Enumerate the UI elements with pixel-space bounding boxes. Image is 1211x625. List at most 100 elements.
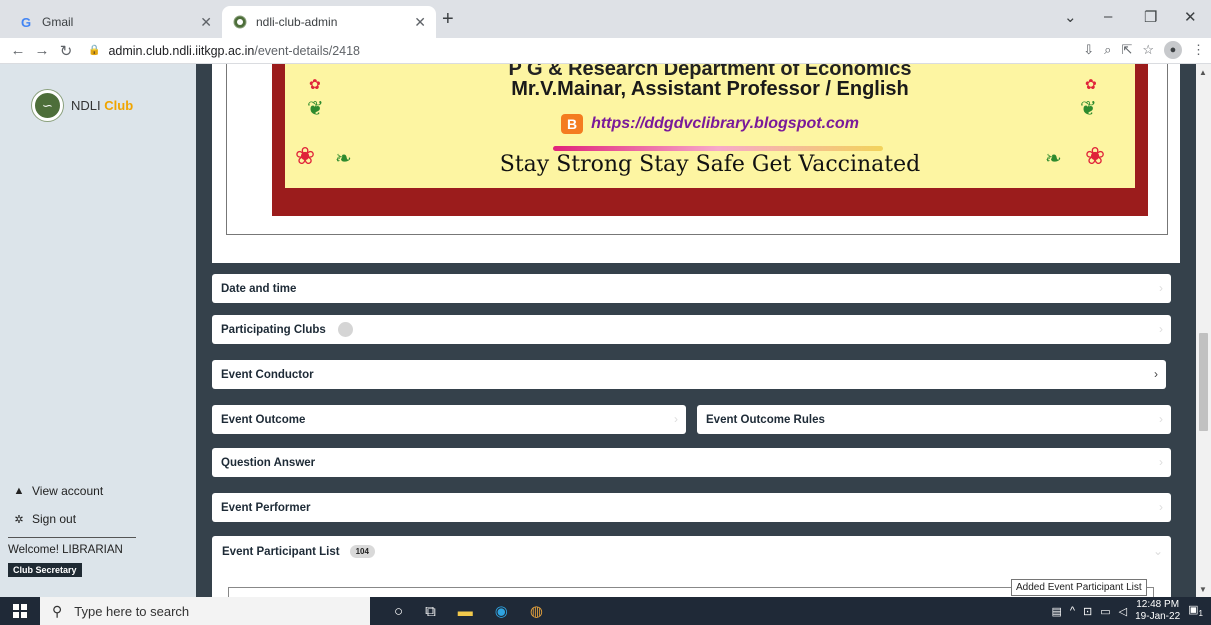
flower-decoration-icon: ❀ [1085,143,1106,170]
chevron-down-icon[interactable]: ⌄ [1153,544,1163,558]
system-clock[interactable]: 12:48 PM 19-Jan-22 [1135,599,1180,623]
brand-logo[interactable]: ∽ NDLI Club [32,90,133,121]
taskbar-apps: ○ ⧉ ▬ ◉ ◍ [394,602,543,621]
battery-icon[interactable]: ▭ [1100,605,1110,618]
task-view-icon[interactable]: ⧉ [425,603,436,620]
gear-icon: ✲ [14,513,24,526]
cortana-icon[interactable]: ○ [394,603,403,620]
minimize-button[interactable]: – [1104,8,1112,25]
section-event-outcome[interactable]: Event Outcome › [212,405,686,434]
bookmark-star-icon[interactable]: ☆ [1142,42,1154,58]
windows-start-button[interactable] [0,597,40,625]
tab-title: ndli-club-admin [256,15,338,29]
restore-button[interactable]: ❐ [1144,8,1157,26]
search-placeholder: Type here to search [74,603,190,619]
notification-count: 1 [1198,609,1203,619]
chevron-right-icon: › [1159,322,1163,336]
network-icon[interactable]: ⊡ [1083,605,1092,618]
section-event-performer[interactable]: Event Performer › [212,493,1171,522]
user-icon: ▲ [13,485,25,497]
poster-blog-link: Bhttps://ddgdvclibrary.blogspot.com [285,114,1135,134]
brand-name: NDLI Club [71,98,133,113]
system-tray: ▤ ^ ⊡ ▭ ◁ 12:48 PM 19-Jan-22 ▣1 [1051,597,1211,625]
section-title: Question Answer [221,456,316,469]
poster-frame: P G & Research Department of Economics M… [226,64,1168,235]
browser-tab-bar: G Gmail ✕ ndli-club-admin ✕ + ⌄ – ❐ ✕ [0,0,1211,38]
leaf-decoration-icon: ❧ [335,148,352,170]
notification-icon[interactable]: ▣1 [1188,603,1203,618]
url-field[interactable]: 🔒 admin.club.ndli.iitkgp.ac.in/event-det… [88,44,360,58]
section-title: Date and time [221,282,297,295]
flower-decoration-icon: ✿ [309,76,321,92]
flower-decoration-icon: ❀ [295,143,316,170]
close-icon[interactable]: ✕ [414,14,426,31]
chevron-right-icon: › [674,412,678,426]
section-title: Event Conductor [221,368,314,381]
scrollbar-thumb[interactable] [1199,333,1208,431]
speaker-icon[interactable]: ◁ [1119,605,1127,618]
count-badge [337,322,353,337]
leaf-decoration-icon: ❦ [307,98,324,120]
back-button[interactable]: ← [6,42,30,59]
menu-dots-icon[interactable]: ⋮ [1192,42,1205,58]
poster-slogan: Stay Strong Stay Safe Get Vaccinated [499,152,921,177]
brand-ndli: NDLI [71,98,101,113]
section-title: Participating Clubs [221,323,326,336]
sidebar: ∽ NDLI Club ▲ View account ✲ Sign out We… [0,64,196,597]
tab-gmail[interactable]: G Gmail ✕ [8,6,222,38]
keyboard-icon[interactable]: ▤ [1051,605,1061,618]
profile-icon[interactable]: ● [1164,41,1182,59]
lock-icon: 🔒 [88,45,101,56]
forward-button[interactable]: → [30,42,54,59]
leaf-decoration-icon: ❦ [1080,98,1097,120]
close-window-button[interactable]: ✕ [1184,8,1197,26]
brand-club: Club [104,98,134,113]
section-date-time[interactable]: Date and time › [212,274,1171,303]
poster-inner: P G & Research Department of Economics M… [285,64,1135,188]
section-event-outcome-rules[interactable]: Event Outcome Rules › [697,405,1171,434]
zoom-icon[interactable]: ⌕ [1104,42,1111,58]
leaf-decoration-icon: ❧ [1045,148,1062,170]
chevron-down-icon[interactable]: ⌄ [1064,8,1077,26]
view-account-label: View account [32,484,104,498]
section-question-answer[interactable]: Question Answer › [212,448,1171,477]
sign-out-link[interactable]: ✲ Sign out [12,512,76,526]
tab-ndli-club-admin[interactable]: ndli-club-admin ✕ [222,6,436,38]
flower-decoration-icon: ✿ [1085,76,1097,92]
edge-browser-icon[interactable]: ◉ [495,602,508,620]
chevron-up-icon[interactable]: ^ [1070,605,1075,617]
section-participating-clubs[interactable]: Participating Clubs › [212,315,1171,344]
address-bar: ← → ↻ 🔒 admin.club.ndli.iitkgp.ac.in/eve… [0,38,1211,64]
taskbar-search-box[interactable]: ⚲ Type here to search [40,597,370,625]
url-host: admin.club.ndli.iitkgp.ac.in [108,43,255,58]
clock-time: 12:48 PM [1136,599,1180,610]
file-explorer-icon[interactable]: ▬ [458,603,473,620]
address-bar-actions: ⇩ ⌕ ⇱ ☆ ● ⋮ [1083,41,1205,59]
event-poster: P G & Research Department of Economics M… [272,64,1148,216]
poster-url: https://ddgdvclibrary.blogspot.com [591,115,859,133]
scroll-down-arrow-icon[interactable]: ▼ [1199,585,1207,594]
participant-list-header[interactable]: Event Participant List 104 [222,545,375,558]
reload-button[interactable]: ↻ [54,42,78,60]
blogger-icon: B [561,114,584,134]
gmail-icon: G [20,14,32,30]
chevron-right-icon: › [1154,367,1158,381]
ndli-logo-icon: ∽ [32,90,63,121]
main-content: P G & Research Department of Economics M… [196,64,1196,597]
share-icon[interactable]: ⇱ [1121,42,1132,58]
page-scrollbar[interactable]: ▲ ▼ [1196,64,1211,597]
ndli-icon [232,14,248,30]
section-title: Event Participant List [222,545,340,558]
close-icon[interactable]: ✕ [200,14,212,31]
role-badge: Club Secretary [8,563,82,577]
chevron-right-icon: › [1159,412,1163,426]
chrome-browser-icon[interactable]: ◍ [530,602,543,620]
participant-count-badge: 104 [349,545,375,558]
new-tab-button[interactable]: + [442,8,454,31]
scroll-up-arrow-icon[interactable]: ▲ [1199,68,1207,77]
section-event-conductor[interactable]: Event Conductor › [212,360,1166,389]
url-path: /event-details/2418 [254,43,361,58]
windows-logo-icon [13,604,27,618]
install-icon[interactable]: ⇩ [1083,42,1094,58]
view-account-link[interactable]: ▲ View account [12,484,104,498]
